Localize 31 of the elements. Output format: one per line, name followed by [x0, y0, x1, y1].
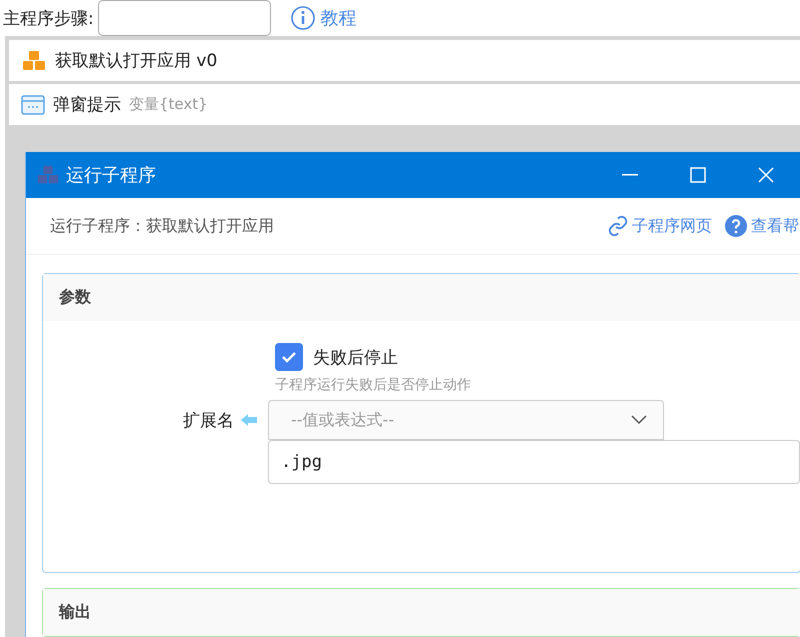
close-icon [758, 167, 774, 183]
help-link[interactable]: 查看帮 [724, 214, 799, 238]
section-header: 参数 [43, 274, 800, 321]
step-row[interactable]: 获取默认打开应用 v0 [9, 40, 800, 81]
cubes-icon [36, 164, 60, 186]
minimize-icon [622, 174, 638, 176]
step-title: 获取默认打开应用 v0 [55, 50, 218, 72]
value-input[interactable]: .jpg [268, 440, 800, 484]
checkbox-box[interactable] [275, 343, 303, 371]
main-steps-label: 主程序步骤: [3, 8, 94, 30]
stop-on-failure-checkbox[interactable]: 失败后停止 [275, 343, 471, 371]
window-icon [21, 94, 45, 114]
arrow-icon [240, 413, 258, 427]
cubes-icon [21, 50, 47, 72]
chevron-down-icon [631, 415, 647, 425]
step-title: 弹窗提示 [53, 94, 121, 116]
tutorial-link[interactable]: 教程 [290, 6, 357, 30]
dialog-title: 运行子程序 [66, 164, 157, 187]
dialog-subtitle: 运行子程序：获取默认打开应用 [50, 216, 275, 236]
maximize-icon [690, 167, 706, 183]
info-icon [290, 6, 315, 30]
field-label: 扩展名 [183, 410, 234, 432]
main-steps-input[interactable] [98, 0, 271, 36]
webpage-link[interactable]: 子程序网页 [607, 215, 712, 237]
checkbox-hint: 子程序运行失败后是否停止动作 [275, 376, 471, 394]
step-row[interactable]: 弹窗提示 变量{text} [9, 84, 800, 125]
check-icon [281, 351, 297, 363]
step-detail: 变量{text} [129, 95, 208, 114]
section-header: 输出 [43, 589, 800, 636]
link-icon [607, 215, 629, 237]
help-icon [724, 214, 748, 238]
